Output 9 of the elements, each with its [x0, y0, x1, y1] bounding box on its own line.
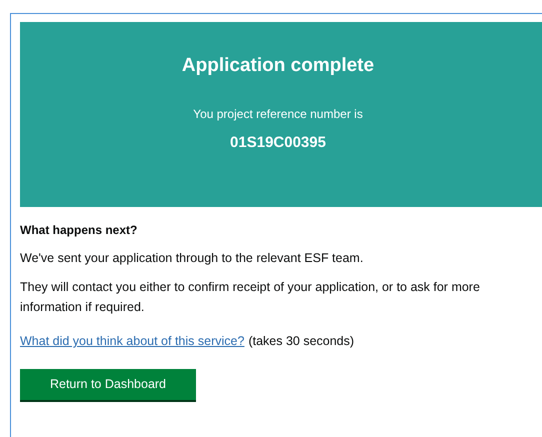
- section-heading: What happens next?: [20, 222, 138, 239]
- feedback-note: (takes 30 seconds): [248, 333, 354, 350]
- body-paragraph: We've sent your application through to the relevant ESF team.: [20, 250, 364, 267]
- reference-label: You project reference number is: [193, 106, 363, 122]
- feedback-link[interactable]: What did you think about of this service?: [20, 332, 244, 351]
- panel-title: Application complete: [182, 54, 374, 78]
- body-paragraph: They will contact you either to confirm receipt of your application, or to ask for more information if required.: [20, 279, 481, 316]
- reference-number: 01S19C00395: [230, 132, 326, 152]
- return-button[interactable]: Return to Dashboard: [20, 368, 196, 400]
